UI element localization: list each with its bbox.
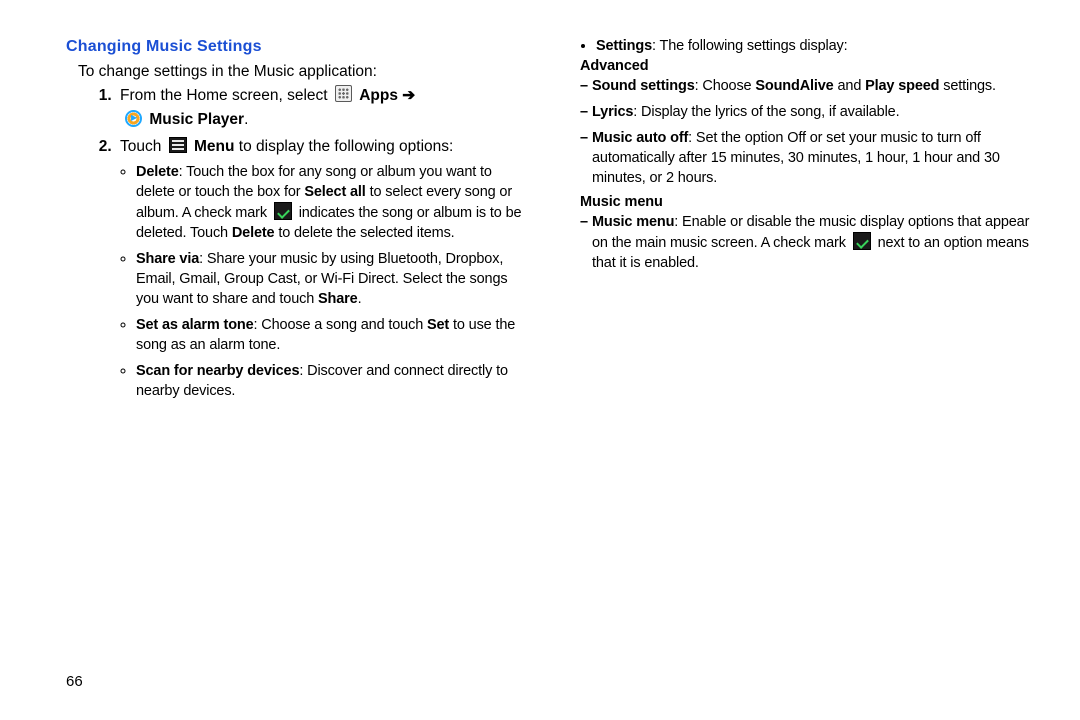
option-scan-lead: Scan for nearby devices bbox=[136, 363, 299, 379]
adv-lyrics: Lyrics: Display the lyrics of the song, … bbox=[580, 102, 1030, 122]
select-all-label: Select all bbox=[304, 184, 365, 200]
page-number: 66 bbox=[66, 673, 83, 690]
section-heading: Changing Music Settings bbox=[66, 38, 530, 56]
settings-lead-list: Settings: The following settings display… bbox=[566, 38, 1030, 54]
apps-icon bbox=[335, 85, 352, 102]
steps-list: From the Home screen, select Apps ➔ Musi… bbox=[86, 85, 530, 401]
adv-sound-t2: and bbox=[834, 78, 866, 94]
advanced-list: Sound settings: Choose SoundAlive and Pl… bbox=[566, 76, 1030, 188]
adv-lyrics-t1: : Display the lyrics of the song, if ava… bbox=[633, 104, 899, 120]
menu-icon bbox=[169, 137, 187, 153]
share-label: Share bbox=[318, 291, 358, 307]
step-1-line2: Music Player. bbox=[122, 109, 530, 131]
check-icon bbox=[274, 202, 292, 220]
option-delete-t4: to delete the selected items. bbox=[274, 225, 454, 241]
right-column: Settings: The following settings display… bbox=[566, 38, 1030, 407]
playspeed-label: Play speed bbox=[865, 78, 939, 94]
adv-sound-settings: Sound settings: Choose SoundAlive and Pl… bbox=[580, 76, 1030, 96]
option-share-t2: . bbox=[358, 291, 362, 307]
step-1: From the Home screen, select Apps ➔ Musi… bbox=[116, 85, 530, 132]
music-player-label: Music Player bbox=[149, 111, 244, 128]
music-menu-list: Music menu: Enable or disable the music … bbox=[566, 212, 1030, 273]
manual-page: Changing Music Settings To change settin… bbox=[0, 0, 1080, 407]
delete-label-2: Delete bbox=[232, 225, 275, 241]
option-share-via: Share via: Share your music by using Blu… bbox=[136, 249, 530, 309]
step-1-text: From the Home screen, select bbox=[120, 87, 332, 104]
step-2: Touch Menu to display the following opti… bbox=[116, 136, 530, 401]
mm-music-menu: Music menu: Enable or disable the music … bbox=[580, 212, 1030, 273]
adv-music-auto-off: Music auto off: Set the option Off or se… bbox=[580, 128, 1030, 188]
settings-lead: Settings: The following settings display… bbox=[596, 38, 1030, 54]
adv-sound-t3: settings. bbox=[939, 78, 996, 94]
period: . bbox=[244, 111, 248, 128]
adv-auto-off-lead: Music auto off bbox=[592, 130, 688, 146]
check-icon bbox=[853, 232, 871, 250]
settings-text: : The following settings display: bbox=[652, 38, 847, 54]
mm-lead: Music menu bbox=[592, 214, 674, 230]
option-delete-lead: Delete bbox=[136, 164, 179, 180]
options-list: Delete: Touch the box for any song or al… bbox=[120, 162, 530, 401]
step-2-text-a: Touch bbox=[120, 138, 166, 155]
menu-label: Menu bbox=[194, 138, 234, 155]
advanced-heading: Advanced bbox=[580, 58, 1030, 74]
option-alarm-tone: Set as alarm tone: Choose a song and tou… bbox=[136, 315, 530, 355]
step-2-text-b: to display the following options: bbox=[239, 138, 454, 155]
adv-lyrics-lead: Lyrics bbox=[592, 104, 633, 120]
set-label: Set bbox=[427, 317, 449, 333]
option-share-lead: Share via bbox=[136, 251, 199, 267]
soundalive-label: SoundAlive bbox=[755, 78, 833, 94]
settings-label: Settings bbox=[596, 38, 652, 54]
option-scan-nearby: Scan for nearby devices: Discover and co… bbox=[136, 361, 530, 401]
adv-sound-t1: : Choose bbox=[695, 78, 756, 94]
apps-label: Apps bbox=[359, 87, 398, 104]
adv-sound-lead: Sound settings bbox=[592, 78, 695, 94]
option-alarm-lead: Set as alarm tone bbox=[136, 317, 254, 333]
music-menu-heading: Music menu bbox=[580, 194, 1030, 210]
left-column: Changing Music Settings To change settin… bbox=[66, 38, 530, 407]
intro-text: To change settings in the Music applicat… bbox=[78, 63, 530, 81]
arrow-icon: ➔ bbox=[402, 87, 415, 104]
option-alarm-t1: : Choose a song and touch bbox=[254, 317, 427, 333]
option-delete: Delete: Touch the box for any song or al… bbox=[136, 162, 530, 243]
music-player-icon bbox=[125, 110, 142, 127]
